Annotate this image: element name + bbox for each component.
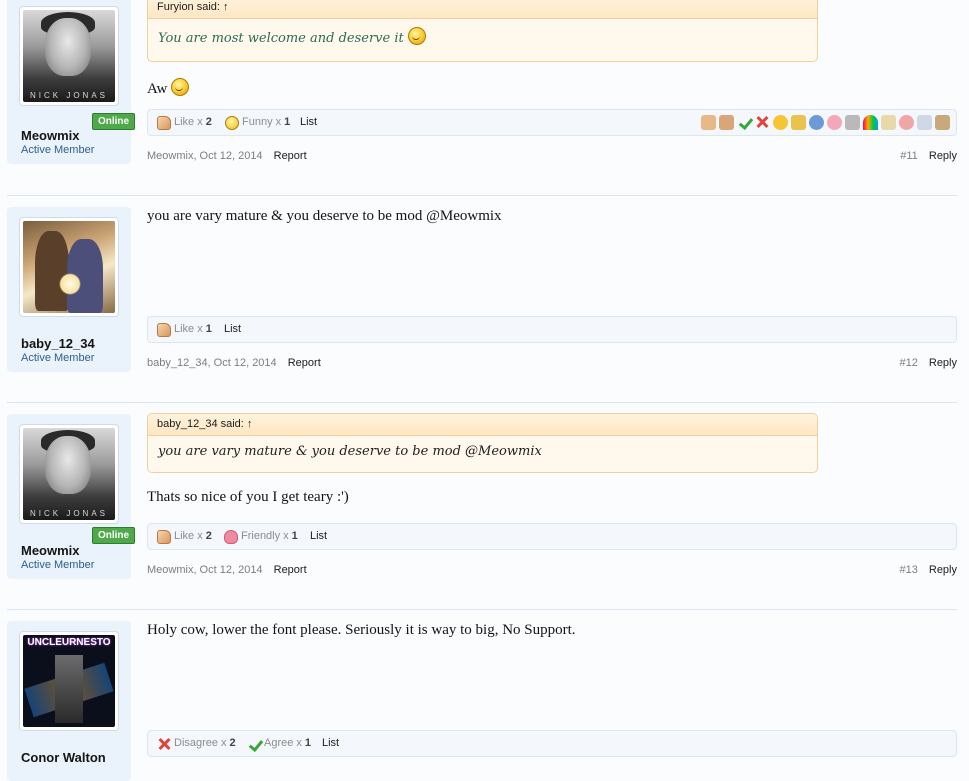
ratings-bar: Like x 2 Funny x 1 List bbox=[147, 109, 957, 136]
reply-link[interactable]: Reply bbox=[929, 357, 957, 369]
post-author-date[interactable]: Meowmix, Oct 12, 2014 bbox=[147, 564, 263, 576]
user-info: baby_12_34 Active Member bbox=[7, 207, 131, 372]
quote-author[interactable]: baby_12_34 said: ↑ bbox=[148, 414, 817, 436]
reply-link[interactable]: Reply bbox=[929, 150, 957, 162]
post-divider bbox=[7, 195, 957, 196]
avatar-caption: NICK JONAS bbox=[29, 509, 108, 518]
creative-icon[interactable] bbox=[863, 115, 878, 130]
quote-block: Furyion said: ↑ You are most welcome and… bbox=[147, 0, 818, 62]
report-link[interactable]: Report bbox=[274, 150, 307, 162]
rating-like[interactable]: Like x 1 bbox=[157, 317, 212, 342]
username[interactable]: baby_12_34 bbox=[21, 336, 95, 351]
post-meta: baby_12_34, Oct 12, 2014 Report #12 Repl… bbox=[147, 357, 957, 369]
ratings-list-link[interactable]: List bbox=[310, 524, 327, 549]
ratings-bar: Disagree x 2 Agree x 1 List bbox=[147, 730, 957, 757]
user-title: Active Member bbox=[21, 352, 95, 364]
dislike-icon[interactable] bbox=[719, 115, 734, 130]
avatar-caption: UNCLEURNESTO bbox=[27, 637, 111, 648]
funny-icon bbox=[225, 115, 239, 130]
report-link[interactable]: Report bbox=[288, 357, 321, 369]
smile-icon bbox=[407, 27, 426, 45]
optimistic-icon[interactable] bbox=[881, 115, 896, 130]
post-number[interactable]: #11 bbox=[900, 150, 918, 162]
quote-text: you are vary mature & you deserve to be … bbox=[158, 444, 542, 459]
ratings-list-link[interactable]: List bbox=[224, 317, 241, 342]
ratings-list-link[interactable]: List bbox=[322, 731, 339, 756]
quote-text: You are most welcome and deserve it bbox=[148, 19, 817, 56]
avatar[interactable]: NICK JONAS bbox=[19, 6, 119, 106]
quote-author[interactable]: Furyion said: ↑ bbox=[148, 0, 817, 19]
rate-tools bbox=[701, 115, 950, 130]
message-body: Aw bbox=[147, 78, 190, 98]
funny-icon[interactable] bbox=[773, 115, 788, 130]
like-icon bbox=[157, 322, 171, 337]
like-icon[interactable] bbox=[701, 115, 716, 130]
spelling-icon[interactable] bbox=[917, 115, 932, 130]
rating-disagree[interactable]: Disagree x 2 bbox=[157, 731, 236, 756]
avatar[interactable] bbox=[19, 217, 119, 317]
report-link[interactable]: Report bbox=[274, 564, 307, 576]
avatar[interactable]: UNCLEURNESTO bbox=[19, 631, 119, 731]
online-badge: Online bbox=[92, 113, 135, 130]
disagree-icon bbox=[157, 737, 171, 751]
disagree-icon[interactable] bbox=[755, 115, 770, 130]
ratings-bar: Like x 2 Friendly x 1 List bbox=[147, 523, 957, 550]
rating-friendly[interactable]: Friendly x 1 bbox=[224, 524, 298, 549]
user-info: NICK JONAS Meowmix Active Member bbox=[7, 414, 131, 579]
avatar-caption: NICK JONAS bbox=[29, 91, 108, 100]
agree-icon bbox=[247, 737, 261, 751]
rating-like[interactable]: Like x 2 bbox=[157, 110, 212, 135]
post-meta: Meowmix, Oct 12, 2014 Report #11 Reply bbox=[147, 150, 957, 162]
late-icon[interactable] bbox=[899, 115, 914, 130]
username[interactable]: Meowmix bbox=[21, 543, 80, 558]
agree-icon[interactable] bbox=[737, 115, 752, 130]
user-title: Active Member bbox=[21, 559, 95, 571]
message-body: Holy cow, lower the font please. Serious… bbox=[147, 622, 576, 638]
username[interactable]: Meowmix bbox=[21, 128, 80, 143]
post-meta: Meowmix, Oct 12, 2014 Report #13 Reply bbox=[147, 564, 957, 576]
user-info: NICK JONAS Meowmix Active Member bbox=[7, 0, 131, 164]
post-author-date[interactable]: baby_12_34, Oct 12, 2014 bbox=[147, 357, 277, 369]
useful-icon[interactable] bbox=[845, 115, 860, 130]
rating-like[interactable]: Like x 2 bbox=[157, 524, 212, 549]
post-divider bbox=[7, 402, 957, 403]
user-info: UNCLEURNESTO Conor Walton bbox=[7, 621, 131, 781]
message-body: you are vary mature & you deserve to be … bbox=[147, 208, 502, 224]
smile-icon bbox=[171, 78, 190, 96]
avatar[interactable]: NICK JONAS bbox=[19, 424, 119, 524]
box-icon[interactable] bbox=[935, 115, 950, 130]
informative-icon[interactable] bbox=[809, 115, 824, 130]
reply-link[interactable]: Reply bbox=[929, 564, 957, 576]
ratings-bar: Like x 1 List bbox=[147, 316, 957, 343]
friendly-icon[interactable] bbox=[827, 115, 842, 130]
rating-funny[interactable]: Funny x 1 bbox=[225, 110, 290, 135]
post-number[interactable]: #12 bbox=[899, 357, 917, 369]
message-body: Thats so nice of you I get teary :') bbox=[147, 489, 349, 505]
post-number[interactable]: #13 bbox=[899, 564, 917, 576]
ratings-list-link[interactable]: List bbox=[300, 110, 317, 135]
heart-icon bbox=[224, 529, 238, 544]
quote-block: baby_12_34 said: ↑ you are vary mature &… bbox=[147, 413, 818, 473]
username[interactable]: Conor Walton bbox=[21, 750, 106, 765]
rating-agree[interactable]: Agree x 1 bbox=[247, 731, 311, 756]
online-badge: Online bbox=[92, 527, 135, 544]
user-title: Active Member bbox=[21, 144, 95, 156]
like-icon bbox=[157, 115, 171, 130]
like-icon bbox=[157, 529, 171, 544]
winner-icon[interactable] bbox=[791, 115, 806, 130]
post-divider bbox=[7, 609, 957, 610]
post-author-date[interactable]: Meowmix, Oct 12, 2014 bbox=[147, 150, 263, 162]
